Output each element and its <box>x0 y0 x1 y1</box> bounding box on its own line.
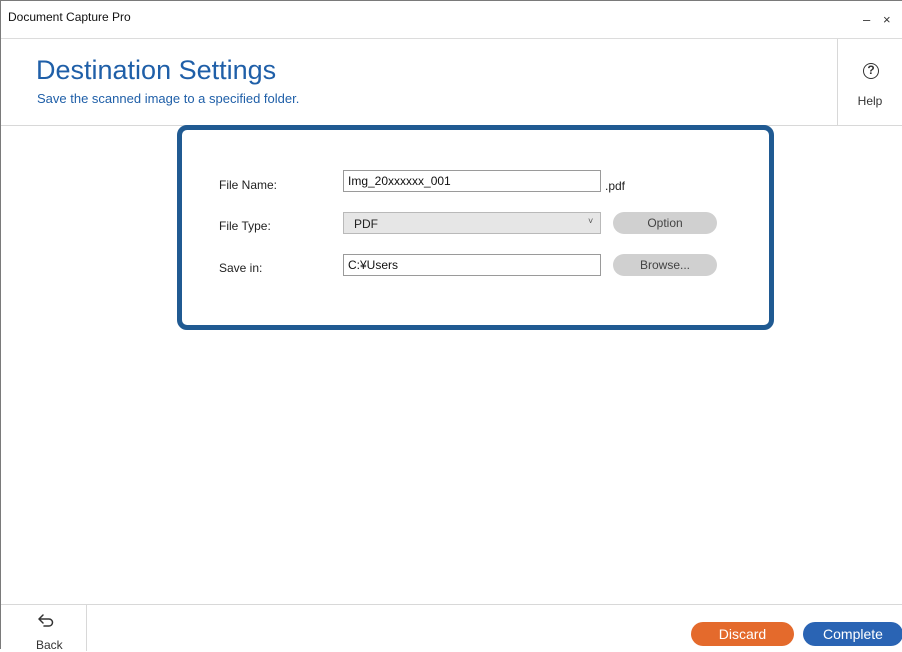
browse-button[interactable]: Browse... <box>613 254 717 276</box>
save-in-label: Save in: <box>219 261 263 275</box>
page-subtitle: Save the scanned image to a specified fo… <box>37 91 300 106</box>
question-circle-icon: ? <box>863 63 879 79</box>
app-window: Document Capture Pro – × Destination Set… <box>0 0 902 652</box>
page-header: Destination Settings Save the scanned im… <box>1 39 902 126</box>
help-label: Help <box>857 94 883 108</box>
help-button[interactable]: ? Help <box>837 39 902 125</box>
file-name-input[interactable]: Img_20xxxxxx_001 <box>343 170 601 192</box>
file-extension-label: .pdf <box>605 179 626 193</box>
back-label: Back <box>36 638 63 652</box>
discard-button[interactable]: Discard <box>691 622 794 646</box>
minimize-button[interactable]: – <box>863 13 870 27</box>
file-type-selected-value: PDF <box>354 217 378 231</box>
destination-settings-panel: File Name: Img_20xxxxxx_001 .pdf File Ty… <box>177 125 774 330</box>
page-title: Destination Settings <box>36 55 277 85</box>
back-button[interactable]: Back <box>1 605 87 652</box>
close-button[interactable]: × <box>883 13 891 27</box>
complete-button[interactable]: Complete <box>803 622 902 646</box>
back-arrow-icon <box>38 614 54 627</box>
file-name-label: File Name: <box>219 178 278 192</box>
title-bar: Document Capture Pro – × <box>1 1 902 39</box>
file-type-select[interactable]: PDF ˅ <box>343 212 601 234</box>
option-button[interactable]: Option <box>613 212 717 234</box>
file-type-label: File Type: <box>219 219 271 233</box>
window-title: Document Capture Pro <box>8 10 131 24</box>
chevron-down-icon: ˅ <box>588 216 594 226</box>
footer-bar: Back Discard Complete <box>1 604 902 652</box>
save-in-input[interactable]: C:¥Users <box>343 254 601 276</box>
